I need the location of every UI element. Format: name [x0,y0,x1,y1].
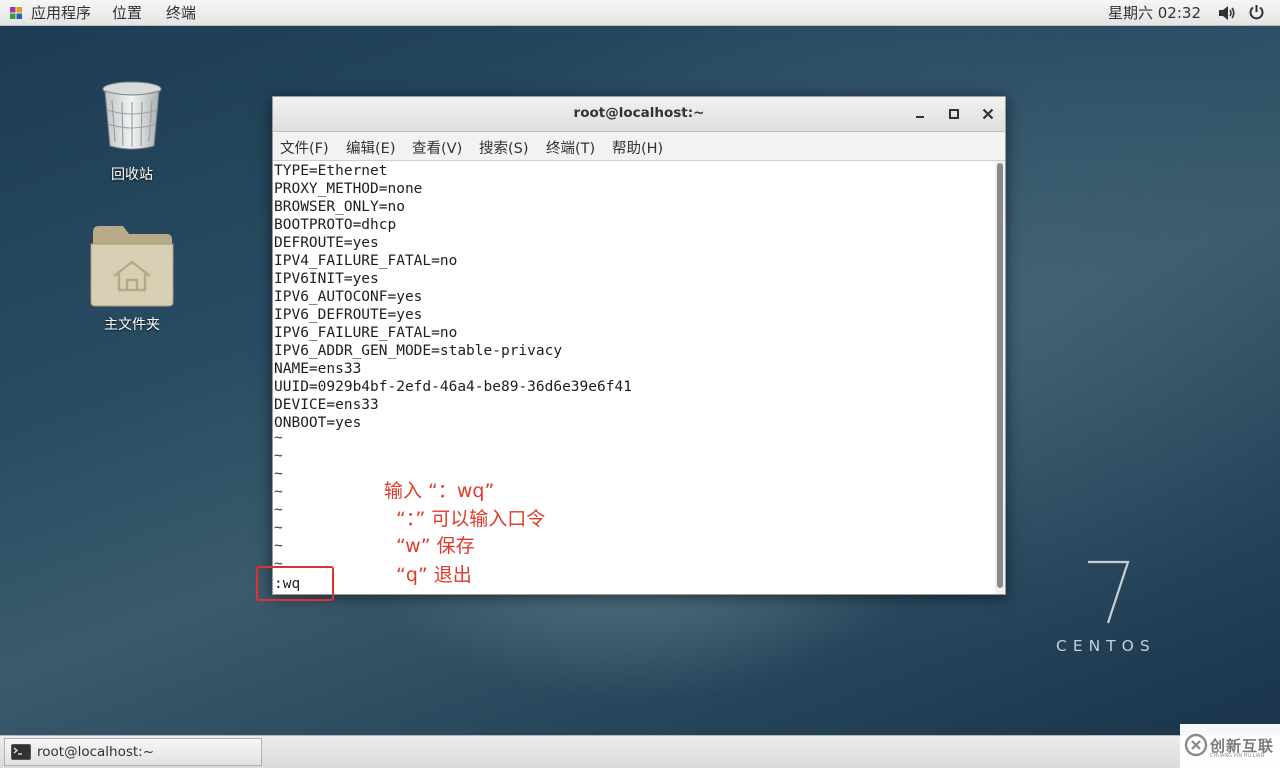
menu-edit[interactable]: 编辑(E) [346,137,395,158]
top-bar: 应用程序 位置 终端 星期六 02:32 [0,0,1280,26]
empty-line-tilde: ~ [274,466,283,482]
power-icon[interactable] [1248,4,1265,21]
watermark: 创新互联 CHUANG XIN HU LIAN [1180,724,1280,768]
empty-line-tilde: ~ [274,520,283,536]
close-icon[interactable] [979,105,997,123]
home-folder-label: 主文件夹 [104,317,160,333]
menu-file[interactable]: 文件(F) [280,137,329,158]
menu-search[interactable]: 搜索(S) [479,137,529,158]
config-line: IPV4_FAILURE_FATAL=no [274,253,458,269]
terminal-window[interactable]: root@localhost:~ 文件(F) 编辑(E) 查看(V) 搜索(S)… [272,96,1006,595]
empty-line-tilde: ~ [274,448,283,464]
menu-help[interactable]: 帮助(H) [612,137,663,158]
empty-line-tilde: ~ [274,484,283,500]
empty-line-tilde: ~ [274,538,283,554]
annotation-line-2: “：” 可以输入口令 [396,508,546,530]
config-line: PROXY_METHOD=none [274,181,423,197]
command-highlight-box [256,566,334,601]
annotation-line-3: “w” 保存 [396,535,475,557]
config-line: IPV6_FAILURE_FATAL=no [274,325,458,341]
taskbar: root@localhost:~ [0,735,1280,768]
apps-menu-icon [10,7,22,19]
empty-line-tilde: ~ [274,430,283,446]
watermark-subtext: CHUANG XIN HU LIAN [1210,753,1265,759]
watermark-logo-icon [1184,733,1208,757]
centos-brand-text: CENTOS [1056,637,1156,655]
config-line: ONBOOT=yes [274,415,362,431]
desktop: 应用程序 位置 终端 星期六 02:32 回收站 主文件夹 CENTOS roo… [0,0,1280,768]
taskbar-terminal-item[interactable]: root@localhost:~ [4,738,262,766]
window-title: root@localhost:~ [573,105,705,121]
scrollbar[interactable] [995,161,1005,594]
config-line: NAME=ens33 [274,361,362,377]
trash-desktop-icon[interactable]: 回收站 [92,80,172,184]
empty-line-tilde: ~ [274,502,283,518]
places-menu[interactable]: 位置 [112,3,142,23]
maximize-icon[interactable] [945,105,963,123]
config-line: BOOTPROTO=dhcp [274,217,397,233]
annotation-line-4: “q” 退出 [396,564,472,586]
config-line: DEVICE=ens33 [274,397,379,413]
home-folder-icon [90,226,174,307]
speaker-icon[interactable] [1218,5,1236,21]
config-line: BROWSER_ONLY=no [274,199,405,215]
scroll-thumb[interactable] [997,163,1003,588]
clock[interactable]: 星期六 02:32 [1108,3,1201,23]
title-bar[interactable]: root@localhost:~ [273,97,1005,132]
config-line: IPV6_DEFROUTE=yes [274,307,423,323]
terminal-icon [11,744,31,760]
menu-view[interactable]: 查看(V) [412,137,462,158]
centos-seven-logo [1088,560,1130,624]
taskbar-item-label: root@localhost:~ [37,744,155,760]
config-line: DEFROUTE=yes [274,235,379,251]
applications-menu[interactable]: 应用程序 [31,3,91,23]
annotation-line-1: 输入 “：wq” [384,480,495,502]
home-folder-desktop-icon[interactable]: 主文件夹 [88,222,176,334]
menu-terminal[interactable]: 终端(T) [546,137,595,158]
minimize-icon[interactable] [911,105,929,123]
config-line: IPV6INIT=yes [274,271,379,287]
config-line: IPV6_ADDR_GEN_MODE=stable-privacy [274,343,563,359]
trash-label: 回收站 [111,167,153,183]
terminal-menu[interactable]: 终端 [166,3,196,23]
menu-bar: 文件(F) 编辑(E) 查看(V) 搜索(S) 终端(T) 帮助(H) [273,132,1005,161]
terminal-text-area[interactable]: TYPE=Ethernet PROXY_METHOD=none BROWSER_… [273,161,995,594]
config-line: UUID=0929b4bf-2efd-46a4-be89-36d6e39e6f4… [274,379,632,395]
config-line: TYPE=Ethernet [274,163,388,179]
trash-icon [102,81,162,150]
config-line: IPV6_AUTOCONF=yes [274,289,423,305]
